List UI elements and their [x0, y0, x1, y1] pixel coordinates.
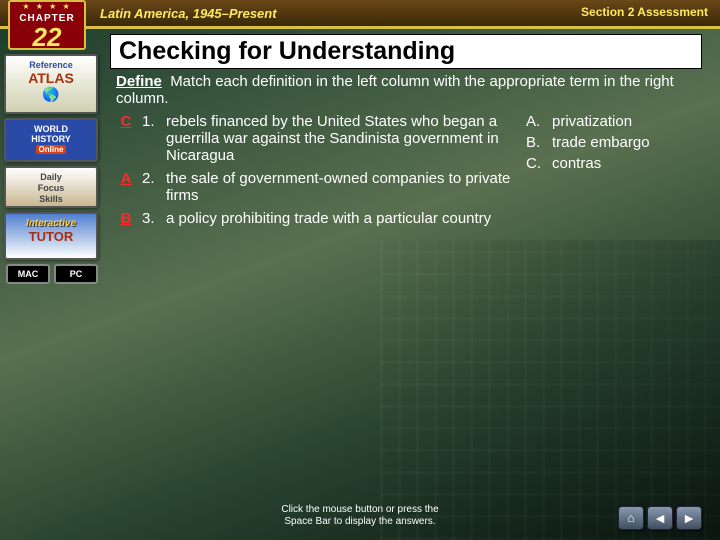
mac-button[interactable]: MAC	[6, 264, 50, 284]
sidebar: Reference ATLAS 🌎 WORLD HISTORY Online D…	[4, 54, 100, 284]
nav-next-button[interactable]: ►	[676, 506, 702, 530]
who-line1: WORLD	[8, 124, 94, 134]
define-label: Define	[116, 73, 162, 90]
question-text: the sale of government-owned companies t…	[166, 170, 512, 204]
reference-atlas-button[interactable]: Reference ATLAS 🌎	[4, 54, 98, 114]
slide-page: Latin America, 1945–Present Section 2 As…	[0, 0, 720, 540]
top-bar: Latin America, 1945–Present Section 2 As…	[0, 0, 720, 26]
terms-column: A. privatization B. trade embargo C. con…	[526, 113, 696, 233]
option-row: A. privatization	[526, 113, 696, 130]
question-row: B 3. a policy prohibiting trade with a p…	[116, 210, 512, 227]
chevron-right-icon: ►	[682, 510, 696, 526]
world-history-online-button[interactable]: WORLD HISTORY Online	[4, 118, 98, 162]
match-area: C 1. rebels financed by the United State…	[110, 107, 702, 233]
option-letter: B.	[526, 134, 544, 151]
tutor-line1: Interactive	[8, 218, 94, 229]
nav-home-button[interactable]: ⌂	[618, 506, 644, 530]
unit-title: Latin America, 1945–Present	[100, 6, 277, 21]
daily-focus-skills-button[interactable]: Daily Focus Skills	[4, 166, 98, 208]
question-row: C 1. rebels financed by the United State…	[116, 113, 512, 164]
tutor-line2: TUTOR	[8, 229, 94, 244]
instructions: Define Match each definition in the left…	[110, 73, 702, 107]
nav-prev-button[interactable]: ◄	[647, 506, 673, 530]
question-text: rebels financed by the United States who…	[166, 113, 512, 164]
home-icon: ⌂	[627, 511, 634, 525]
footer-hint: Click the mouse button or press the Spac…	[0, 504, 720, 528]
define-text: Match each definition in the left column…	[116, 73, 674, 107]
platform-row: MAC PC	[4, 264, 100, 284]
footer-nav: ⌂ ◄ ►	[618, 506, 702, 530]
chapter-badge: ★ ★ ★ ★ CHAPTER 22	[8, 0, 86, 50]
star-deco-icon: ★ ★ ★ ★	[10, 2, 84, 11]
question-number: 3.	[142, 210, 160, 227]
option-letter: C.	[526, 155, 544, 172]
dfs-line2: Focus	[8, 183, 94, 194]
atlas-word: ATLAS	[8, 70, 94, 86]
question-text: a policy prohibiting trade with a partic…	[166, 210, 512, 227]
answer-letter: B	[116, 210, 136, 227]
option-row: B. trade embargo	[526, 134, 696, 151]
content-panel: Checking for Understanding Define Match …	[110, 34, 702, 482]
globe-icon: 🌎	[8, 86, 94, 103]
question-number: 1.	[142, 113, 160, 164]
pc-button[interactable]: PC	[54, 264, 98, 284]
question-number: 2.	[142, 170, 160, 204]
who-line3: Online	[36, 145, 67, 154]
answer-letter: C	[116, 113, 136, 164]
question-row: A 2. the sale of government-owned compan…	[116, 170, 512, 204]
answer-letter: A	[116, 170, 136, 204]
who-line2: HISTORY	[8, 134, 94, 144]
option-term: privatization	[552, 113, 632, 130]
dfs-line3: Skills	[8, 194, 94, 205]
option-term: trade embargo	[552, 134, 650, 151]
interactive-tutor-button[interactable]: Interactive TUTOR	[4, 212, 98, 260]
hint-line1: Click the mouse button or press the	[0, 504, 720, 516]
dfs-line1: Daily	[8, 172, 94, 183]
chapter-number: 22	[10, 24, 84, 50]
section-label: Section 2 Assessment	[581, 5, 708, 19]
hint-line2: Space Bar to display the answers.	[0, 516, 720, 528]
atlas-ref-label: Reference	[8, 60, 94, 70]
option-row: C. contras	[526, 155, 696, 172]
chevron-left-icon: ◄	[653, 510, 667, 526]
content-title: Checking for Understanding	[110, 34, 702, 69]
definitions-column: C 1. rebels financed by the United State…	[116, 113, 512, 233]
option-term: contras	[552, 155, 601, 172]
divider	[0, 26, 720, 29]
option-letter: A.	[526, 113, 544, 130]
